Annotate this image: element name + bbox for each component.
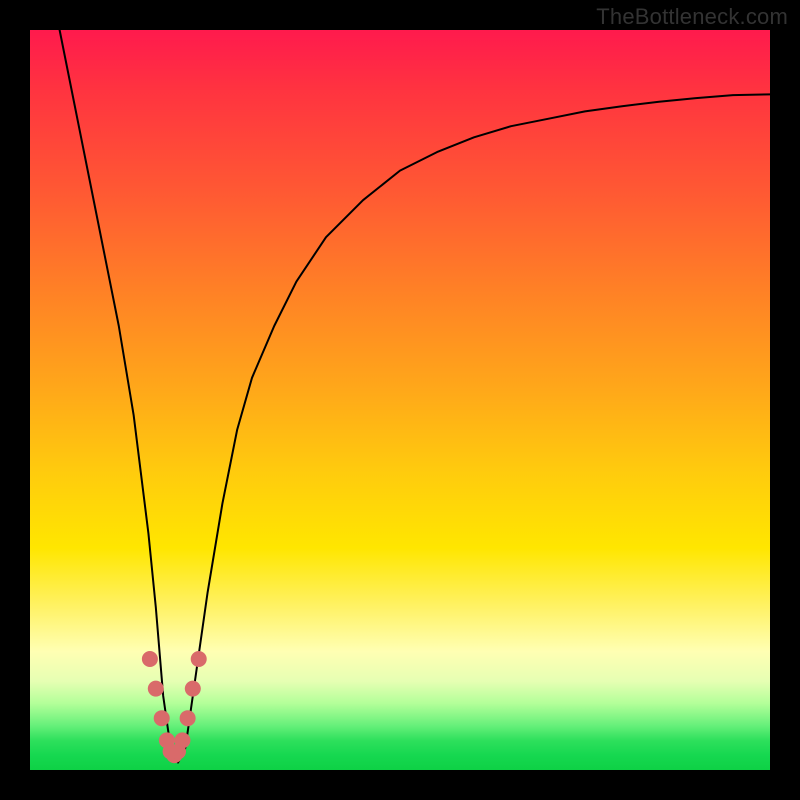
chart-svg (30, 30, 770, 770)
marker-dot (154, 710, 170, 726)
marker-dot (148, 681, 164, 697)
marker-dot (185, 681, 201, 697)
marker-dot (142, 651, 158, 667)
marker-dot (191, 651, 207, 667)
chart-frame: TheBottleneck.com (0, 0, 800, 800)
curve-layer (60, 30, 770, 763)
plot-area (30, 30, 770, 770)
watermark-text: TheBottleneck.com (596, 4, 788, 30)
bottleneck-curve (60, 30, 770, 763)
marker-dot (174, 732, 190, 748)
marker-dot (180, 710, 196, 726)
